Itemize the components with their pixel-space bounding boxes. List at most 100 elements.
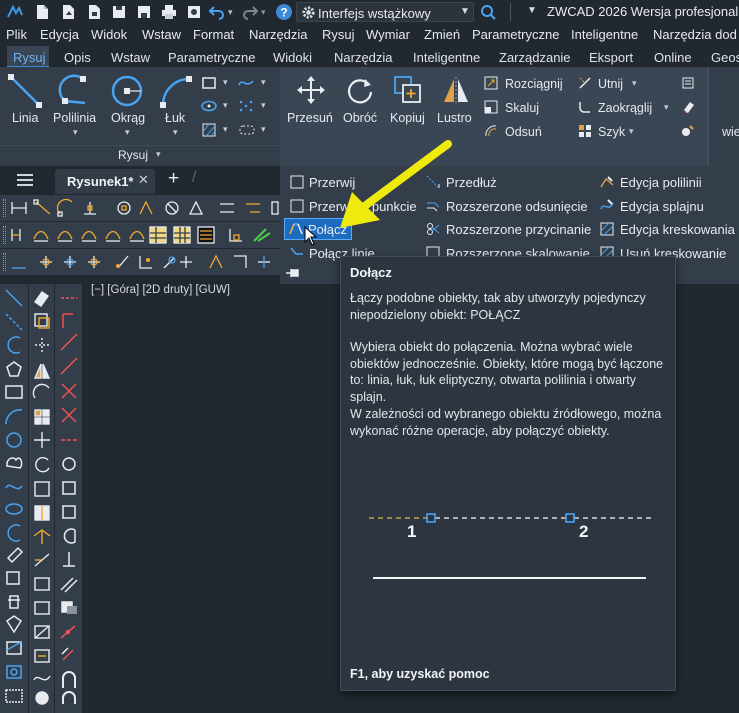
trim-dropdown-icon[interactable]: ▾ [632,78,637,89]
offset-icon[interactable] [484,124,498,138]
toolbar-row-1 [0,195,280,221]
rotate-icon[interactable] [345,75,375,105]
workspace-select[interactable]: Interfejs wstążkowy ▼ [296,2,474,22]
tab-annotate[interactable]: Opis [64,50,91,65]
rectangle-icon[interactable] [201,76,217,90]
tab-insert[interactable]: Wstaw [111,50,150,65]
revision-cloud-icon[interactable] [238,123,256,137]
revision-dropdown-icon[interactable]: ▾ [261,124,266,135]
tab-separator: / [192,169,197,186]
line-icon[interactable] [7,73,43,109]
trim-label[interactable]: Utnij [598,77,623,91]
viewport-controls[interactable]: [−] [Góra] [2D druty] [GUW] [91,284,230,296]
undo-icon[interactable] [208,3,226,21]
erase-icon[interactable] [681,100,695,114]
tab-tools[interactable]: Narzędzia [334,50,393,65]
trim-icon[interactable] [578,76,592,90]
menu-item-tools[interactable]: Narzędzia [249,27,308,42]
explode-icon[interactable] [681,76,695,90]
spline-dropdown-icon[interactable]: ▾ [261,77,266,88]
menu-item-edit[interactable]: Edycja [40,27,79,42]
menu-item-format[interactable]: Format [193,27,234,42]
qat-customize-icon[interactable]: ▼ [527,5,537,16]
arc-dropdown-icon[interactable]: ▾ [173,127,178,138]
edit-toolbar-icons[interactable] [59,288,79,708]
close-tab-icon[interactable]: ✕ [138,172,149,188]
print-icon[interactable] [160,3,178,21]
menu-item-dimension[interactable]: Wymiar [366,27,410,42]
properties-icon[interactable] [681,124,695,138]
menu-item-smart[interactable]: Inteligentne [571,27,638,42]
redo-icon[interactable] [241,3,259,21]
menu-item-draw[interactable]: Rysuj [322,27,355,42]
arc-icon[interactable] [157,73,193,109]
open-file-icon[interactable] [59,3,77,21]
spline-edit-label[interactable]: Edycja splajnu [620,199,704,214]
redo-dropdown-icon[interactable]: ▾ [261,7,266,18]
dimension-toolbar[interactable] [10,225,280,245]
circle-dropdown-icon[interactable]: ▾ [125,127,130,138]
move-icon[interactable] [296,75,326,105]
help-icon[interactable]: ? [275,3,293,21]
hatch-icon[interactable] [201,123,217,137]
ellipse-icon[interactable] [201,99,217,113]
polyline-edit-label[interactable]: Edycja polilinii [620,175,702,190]
scale-icon[interactable] [484,100,498,114]
polyline-icon[interactable] [55,73,91,109]
circle-icon[interactable] [109,73,145,109]
copy-icon[interactable] [393,75,423,105]
hatch-dropdown-icon[interactable]: ▾ [223,124,228,135]
new-file-icon[interactable] [33,3,51,21]
tab-online[interactable]: Online [654,50,692,65]
offset-label[interactable]: Odsuń [505,125,542,139]
stretch-icon[interactable] [484,76,498,90]
tab-views[interactable]: Widoki [273,50,312,65]
point-icon[interactable] [238,99,254,113]
menu-item-insert[interactable]: Wstaw [142,27,181,42]
fillet-dropdown-icon[interactable]: ▾ [664,102,669,113]
draw-toolbar-icons[interactable] [4,288,24,708]
menu-item-extra-tools[interactable]: Narzędzia dod [653,27,737,42]
array-dropdown-icon[interactable]: ▾ [629,126,634,137]
spline-icon[interactable] [238,76,254,90]
point-dropdown-icon[interactable]: ▾ [261,100,266,111]
modify-toolbar-icons[interactable] [32,288,52,708]
workspace-settings-icon[interactable] [479,3,497,21]
stretch-label[interactable]: Rozciągnij [505,77,563,91]
array-icon[interactable] [578,124,592,138]
ellipse-dropdown-icon[interactable]: ▾ [223,100,228,111]
hatch-edit-label[interactable]: Edycja kreskowania [620,222,735,237]
array-label[interactable]: Szyk [598,125,625,139]
toolbar-grip[interactable] [3,226,6,244]
tab-smart[interactable]: Inteligentne [413,50,480,65]
app-logo-icon[interactable] [6,3,24,21]
save-icon[interactable] [110,3,128,21]
toolbar-grip[interactable] [3,253,6,271]
plot-preview-icon[interactable] [185,3,203,21]
tab-manage[interactable]: Zarządzanie [499,50,571,65]
draw-panel-expand-icon[interactable]: ▾ [156,149,161,160]
new-tab-icon[interactable]: + [168,168,179,190]
rectangle-dropdown-icon[interactable]: ▾ [223,77,228,88]
fillet-label[interactable]: Zaokrąglij [598,101,652,115]
mirror-icon[interactable] [441,75,471,105]
pin-icon[interactable] [285,267,301,279]
scale-label[interactable]: Skaluj [505,101,539,115]
menu-item-view[interactable]: Widok [91,27,127,42]
hamburger-menu-icon[interactable] [16,173,34,187]
inquiry-toolbar[interactable] [10,252,280,272]
fillet-icon[interactable] [578,100,592,114]
toolbar-grip[interactable] [3,199,6,217]
polyline-dropdown-icon[interactable]: ▾ [73,127,78,138]
tab-draw[interactable]: Rysuj [13,50,46,65]
tab-geo[interactable]: Geos [711,50,739,65]
menu-item-file[interactable]: Plik [6,27,27,42]
save-as-icon[interactable] [135,3,153,21]
menu-item-modify[interactable]: Zmień [424,27,460,42]
tab-export[interactable]: Eksport [589,50,633,65]
undo-dropdown-icon[interactable]: ▾ [228,7,233,18]
open-file-2-icon[interactable] [85,3,103,21]
object-snap-toolbar[interactable] [10,198,280,218]
menu-item-parametric[interactable]: Parametryczne [472,27,559,42]
tab-parametric[interactable]: Parametryczne [168,50,255,65]
